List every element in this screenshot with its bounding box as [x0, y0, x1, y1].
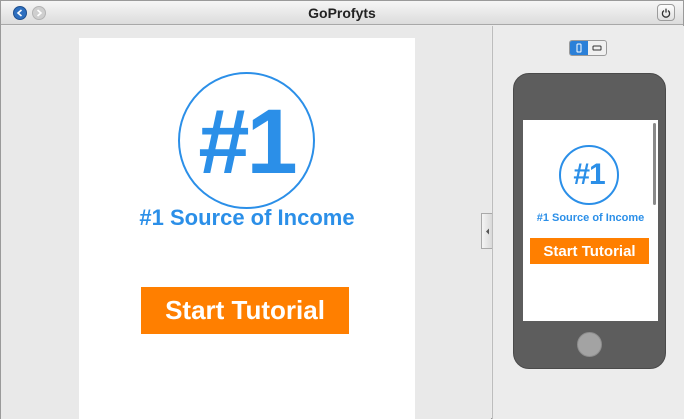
page-preview: #1 #1 Source of Income Start Tutorial — [79, 38, 415, 419]
power-button[interactable] — [657, 4, 675, 21]
mobile-start-tutorial-button[interactable]: Start Tutorial — [530, 238, 649, 264]
rank-badge: #1 — [178, 72, 315, 209]
phone-mockup: #1 #1 Source of Income Start Tutorial — [513, 73, 666, 369]
landscape-option[interactable] — [588, 41, 606, 55]
app-window: GoProfyts #1 #1 Source of Income Start T… — [0, 0, 684, 419]
phone-scrollbar[interactable] — [653, 123, 656, 205]
mobile-rank-badge: #1 — [559, 145, 619, 205]
home-button[interactable] — [577, 332, 602, 357]
mobile-rank-badge-text: #1 — [573, 158, 605, 191]
portrait-option[interactable] — [570, 41, 588, 55]
window-title: GoProfyts — [308, 5, 376, 21]
rank-badge-text: #1 — [198, 90, 297, 193]
phone-portrait-icon — [576, 43, 582, 53]
orientation-toggle[interactable] — [569, 40, 607, 56]
chevron-left-icon — [485, 228, 489, 234]
phone-landscape-icon — [592, 45, 602, 51]
editor-canvas: #1 #1 Source of Income Start Tutorial — [1, 26, 491, 419]
power-icon — [661, 8, 671, 18]
collapse-panel-handle[interactable] — [481, 213, 492, 249]
start-tutorial-button[interactable]: Start Tutorial — [141, 287, 349, 334]
device-preview-panel: #1 #1 Source of Income Start Tutorial — [492, 26, 684, 419]
mobile-headline: #1 Source of Income — [536, 212, 645, 224]
page-headline: #1 Source of Income — [139, 205, 355, 230]
phone-screen: #1 #1 Source of Income Start Tutorial — [523, 120, 658, 321]
titlebar: GoProfyts — [1, 1, 683, 25]
